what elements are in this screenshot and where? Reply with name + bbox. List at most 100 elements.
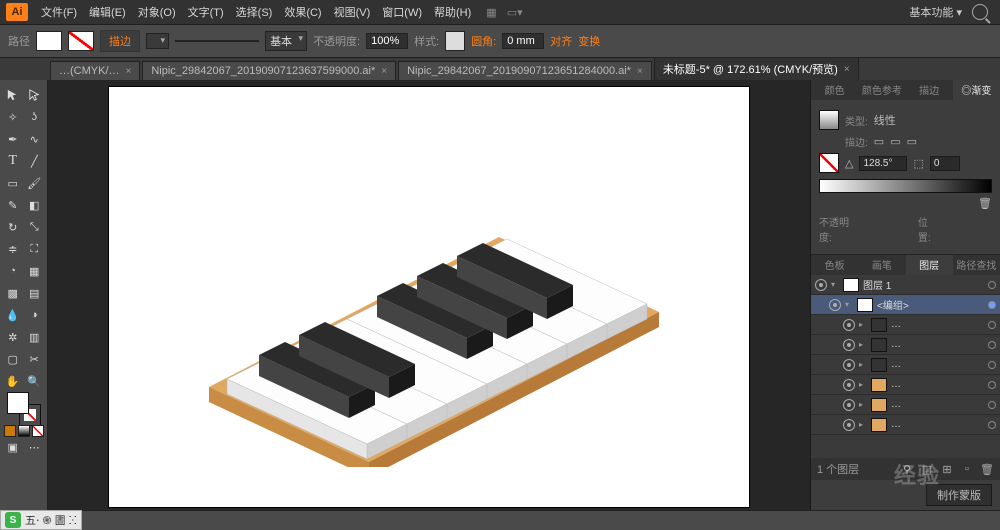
stop-opacity-input[interactable] bbox=[865, 223, 912, 235]
target-icon[interactable] bbox=[988, 321, 996, 329]
search-icon[interactable] bbox=[972, 4, 988, 20]
line-tool[interactable]: ╱ bbox=[24, 150, 46, 172]
visibility-icon[interactable] bbox=[843, 339, 855, 351]
new-sublayer-icon[interactable]: ⊞ bbox=[940, 462, 954, 476]
tab-pathfinder[interactable]: 路径查找器 bbox=[953, 255, 1000, 275]
blend-tool[interactable]: ◑ bbox=[24, 304, 46, 326]
canvas-area[interactable] bbox=[48, 80, 810, 510]
stroke-gradient-icon[interactable]: ▭ bbox=[890, 135, 900, 148]
width-tool[interactable]: ≑ bbox=[2, 238, 24, 260]
doc-tab[interactable]: Nipic_29842067_20190907123637599000.ai*× bbox=[142, 61, 396, 80]
stroke-gradient-icon[interactable]: ▭ bbox=[874, 135, 884, 148]
layer-row[interactable]: ▸… bbox=[811, 395, 1000, 415]
free-transform-tool[interactable]: ⛶ bbox=[24, 238, 46, 260]
clipmask-icon[interactable]: ◫ bbox=[920, 462, 934, 476]
locate-icon[interactable]: ⚲ bbox=[900, 462, 914, 476]
transform-link[interactable]: 变换 bbox=[578, 33, 600, 49]
type-tool[interactable]: T bbox=[2, 150, 24, 172]
stroke-link[interactable]: 描边 bbox=[100, 30, 140, 52]
disclosure-icon[interactable]: ▸ bbox=[859, 320, 867, 329]
eyedropper-tool[interactable]: 💧 bbox=[2, 304, 24, 326]
menu-file[interactable]: 文件(F) bbox=[36, 2, 82, 22]
menu-select[interactable]: 选择(S) bbox=[231, 2, 278, 22]
target-icon[interactable] bbox=[988, 421, 996, 429]
visibility-icon[interactable] bbox=[843, 399, 855, 411]
close-icon[interactable]: × bbox=[381, 66, 387, 77]
target-icon[interactable] bbox=[988, 341, 996, 349]
gradient-ramp[interactable] bbox=[819, 179, 992, 193]
delete-stop-icon[interactable]: 🗑 bbox=[978, 197, 992, 210]
stroke-swatch[interactable] bbox=[68, 31, 94, 51]
tab-gradient[interactable]: ◎渐变 bbox=[953, 80, 1000, 100]
stop-position-input[interactable] bbox=[945, 223, 992, 235]
close-icon[interactable]: × bbox=[126, 66, 132, 77]
brush-select[interactable]: 基本 bbox=[265, 31, 307, 51]
visibility-icon[interactable] bbox=[815, 279, 827, 291]
tab-brushes[interactable]: 画笔 bbox=[858, 255, 905, 275]
fill-swatch[interactable] bbox=[36, 31, 62, 51]
visibility-icon[interactable] bbox=[829, 299, 841, 311]
zoom-tool[interactable]: 🔍 bbox=[24, 370, 46, 392]
disclosure-icon[interactable]: ▸ bbox=[859, 420, 867, 429]
visibility-icon[interactable] bbox=[843, 359, 855, 371]
layer-row[interactable]: ▸… bbox=[811, 375, 1000, 395]
gradient-angle-input[interactable] bbox=[859, 156, 907, 171]
artboard-tool[interactable]: ▢ bbox=[2, 348, 24, 370]
shaper-tool[interactable]: ✎ bbox=[2, 194, 24, 216]
scale-tool[interactable]: ⤡ bbox=[24, 216, 46, 238]
stroke-gradient-icon[interactable]: ▭ bbox=[907, 135, 917, 148]
magic-wand-tool[interactable]: ✧ bbox=[2, 106, 24, 128]
eraser-tool[interactable]: ◧ bbox=[24, 194, 46, 216]
shape-builder-tool[interactable]: ◔ bbox=[2, 260, 24, 282]
rectangle-tool[interactable]: ▭ bbox=[2, 172, 24, 194]
tab-color-guide[interactable]: 颜色参考 bbox=[858, 80, 905, 100]
tab-stroke[interactable]: 描边 bbox=[906, 80, 953, 100]
edit-toolbar[interactable]: ⋯ bbox=[24, 436, 46, 458]
graph-tool[interactable]: ▥ bbox=[24, 326, 46, 348]
rotate-tool[interactable]: ↻ bbox=[2, 216, 24, 238]
layer-list[interactable]: ▾图层 1 ▾<编组> ▸… ▸… ▸… ▸… ▸… ▸… bbox=[811, 275, 1000, 458]
target-icon[interactable] bbox=[988, 281, 996, 289]
layer-row[interactable]: ▸… bbox=[811, 315, 1000, 335]
doc-tab[interactable]: …(CMYK/…× bbox=[50, 61, 140, 80]
menu-edit[interactable]: 编辑(E) bbox=[84, 2, 131, 22]
target-icon[interactable] bbox=[988, 401, 996, 409]
delete-layer-icon[interactable]: 🗑 bbox=[980, 462, 994, 476]
direct-selection-tool[interactable] bbox=[24, 84, 46, 106]
new-layer-icon[interactable]: ▫ bbox=[960, 462, 974, 476]
doc-tab[interactable]: Nipic_29842067_20190907123651284000.ai*× bbox=[398, 61, 652, 80]
disclosure-icon[interactable]: ▸ bbox=[859, 340, 867, 349]
gradient-preview-swatch[interactable] bbox=[819, 110, 839, 130]
pen-tool[interactable]: ✒ bbox=[2, 128, 24, 150]
lasso-tool[interactable]: ʖ bbox=[24, 106, 46, 128]
make-mask-button[interactable]: 制作蒙版 bbox=[926, 484, 992, 506]
corner-input[interactable]: 0 mm bbox=[502, 33, 544, 49]
gradient-type-select[interactable]: 线性 bbox=[874, 112, 992, 128]
tab-color[interactable]: 颜色 bbox=[811, 80, 858, 100]
tab-layers[interactable]: 图层 bbox=[906, 255, 953, 275]
menu-help[interactable]: 帮助(H) bbox=[429, 2, 476, 22]
disclosure-icon[interactable]: ▸ bbox=[859, 400, 867, 409]
disclosure-icon[interactable]: ▸ bbox=[859, 380, 867, 389]
align-link[interactable]: 对齐 bbox=[550, 33, 572, 49]
style-swatch[interactable] bbox=[445, 31, 465, 51]
target-icon[interactable] bbox=[988, 301, 996, 309]
visibility-icon[interactable] bbox=[843, 419, 855, 431]
layer-row[interactable]: ▸… bbox=[811, 415, 1000, 435]
layer-row[interactable]: ▾图层 1 bbox=[811, 275, 1000, 295]
doc-tab-active[interactable]: 未标题-5* @ 172.61% (CMYK/预览)× bbox=[654, 57, 859, 80]
layer-row[interactable]: ▸… bbox=[811, 355, 1000, 375]
menu-type[interactable]: 文字(T) bbox=[183, 2, 229, 22]
menu-effect[interactable]: 效果(C) bbox=[279, 2, 326, 22]
gradient-stroke-swatch[interactable] bbox=[819, 153, 839, 173]
menu-object[interactable]: 对象(O) bbox=[133, 2, 181, 22]
gradient-ratio-input[interactable] bbox=[930, 156, 960, 171]
disclosure-icon[interactable]: ▾ bbox=[831, 280, 839, 289]
menu-view[interactable]: 视图(V) bbox=[329, 2, 376, 22]
target-icon[interactable] bbox=[988, 381, 996, 389]
menu-window[interactable]: 窗口(W) bbox=[377, 2, 427, 22]
artboard[interactable] bbox=[109, 87, 749, 507]
selection-tool[interactable] bbox=[2, 84, 24, 106]
disclosure-icon[interactable]: ▾ bbox=[845, 300, 853, 309]
stroke-weight-select[interactable] bbox=[146, 33, 169, 49]
